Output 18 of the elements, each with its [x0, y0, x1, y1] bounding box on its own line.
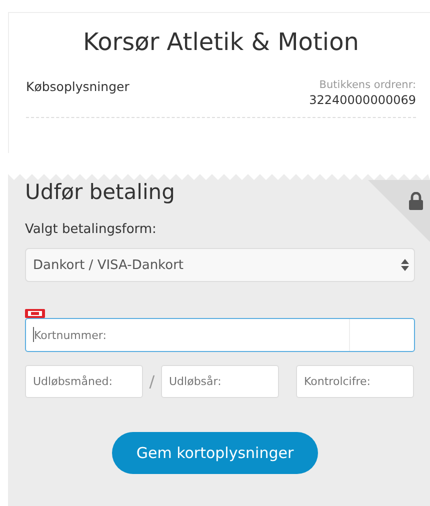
section-label: Købsoplysninger [26, 79, 130, 96]
date-separator: / [148, 372, 156, 391]
lock-icon [409, 192, 423, 210]
cvc-field[interactable]: Kontrolcifre: [296, 365, 414, 398]
card-number-field[interactable]: Kortnummer: [25, 318, 415, 352]
payment-method-label: Valgt betalingsform: [25, 222, 158, 237]
expiry-year-field[interactable]: Udløbsår: [161, 365, 279, 398]
shop-title: Korsør Atletik & Motion [82, 28, 360, 58]
corner-fold-drawing [368, 180, 430, 242]
order-number-label: Butikkens ordrenr: [319, 79, 416, 91]
expiry-month-field[interactable]: Udløbsmåned: [25, 365, 143, 398]
payment-method-select[interactable]: Dankort / VISA-Dankort [25, 248, 415, 282]
card-logo-icon [25, 309, 45, 318]
payment-heading: Udfør betaling [25, 180, 175, 204]
sort-arrows-icon [401, 259, 409, 271]
text-cursor [33, 327, 34, 342]
order-number: 32240000000069 [309, 93, 416, 107]
save-card-button[interactable]: Gem kortoplysninger [112, 432, 318, 474]
